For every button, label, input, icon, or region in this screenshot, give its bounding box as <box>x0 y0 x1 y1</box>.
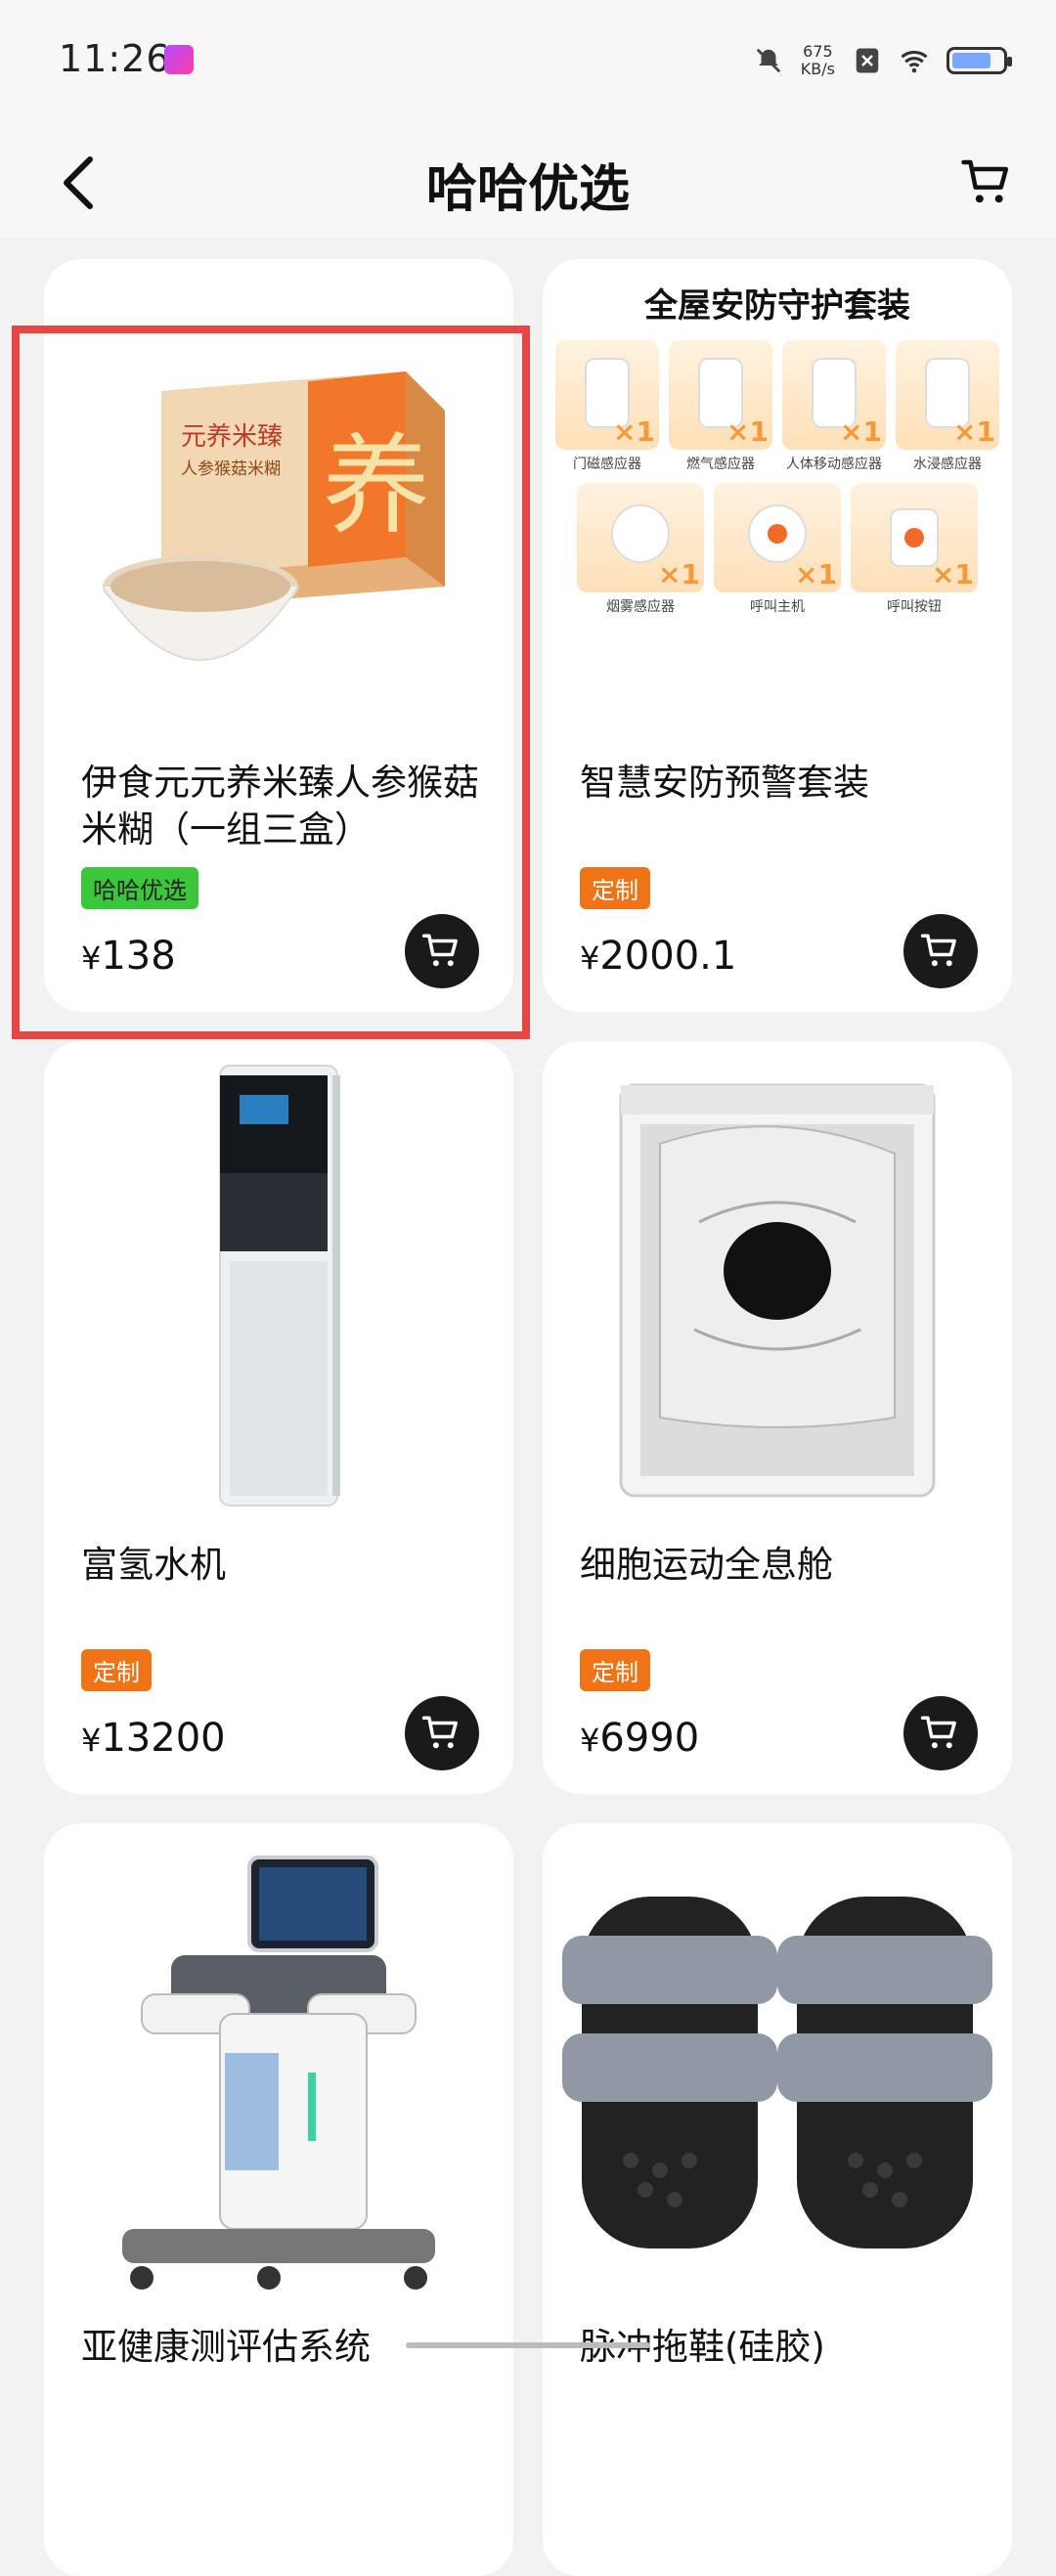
cart-button[interactable] <box>948 144 1027 222</box>
product-price: ¥2000.1 <box>580 934 737 979</box>
product-tag: 定制 <box>580 1649 650 1691</box>
add-to-cart-button[interactable] <box>405 914 479 988</box>
add-to-cart-button[interactable] <box>405 1696 479 1770</box>
product-card[interactable]: 富氢水机 定制 ¥13200 <box>44 1041 513 1794</box>
product-price: ¥13200 <box>81 1716 226 1761</box>
health-assessment-system-image <box>122 1856 435 2290</box>
product-title: 智慧安防预警套装 <box>580 762 869 804</box>
shopping-cart-icon <box>961 159 1009 203</box>
product-grid: 元养米臻 人参猴菇米糊 养 伊食元元养米臻人参猴菇米糊（一组三盒） 哈哈优选 ¥… <box>44 259 1012 2576</box>
app-notification-icon <box>164 45 194 74</box>
product-image <box>44 1041 513 1530</box>
security-kit-image: 全屋安防守护套装 ×1 门磁感应器 ×1 燃气感应器 ×1 人体移动感应器 ×1 水浸感… <box>550 259 1004 719</box>
security-kit-heading: 全屋安防守护套装 <box>644 286 910 326</box>
product-card[interactable]: 细胞运动全息舱 定制 ¥6990 <box>543 1041 1012 1794</box>
bell-off-icon <box>756 48 781 73</box>
shopping-cart-icon <box>421 1716 458 1749</box>
product-tag: 定制 <box>580 867 650 909</box>
product-card[interactable]: 全屋安防守护套装 ×1 门磁感应器 ×1 燃气感应器 ×1 人体移动感应器 ×1 水浸感… <box>543 259 1012 1012</box>
product-price: ¥6990 <box>580 1716 700 1761</box>
add-to-cart-button[interactable] <box>903 914 978 988</box>
status-time: 11:26 <box>59 37 171 80</box>
sim-x-icon <box>856 48 879 73</box>
product-title: 富氢水机 <box>81 1544 226 1586</box>
rice-paste-image: 元养米臻 人参猴菇米糊 养 <box>102 371 445 661</box>
gesture-bar <box>406 2342 650 2348</box>
product-tag: 哈哈优选 <box>81 867 198 909</box>
battery-icon <box>946 47 1012 74</box>
product-image <box>44 1833 513 2312</box>
product-title: 细胞运动全息舱 <box>580 1544 833 1586</box>
holographic-cabin-image <box>619 1083 936 1498</box>
product-image <box>543 1862 1012 2283</box>
navigation-bar: 哈哈优选 <box>0 122 1056 238</box>
product-price: ¥138 <box>81 934 176 979</box>
product-title: 伊食元元养米臻人参猴菇米糊（一组三盒） <box>81 762 479 851</box>
product-image: 元养米臻 人参猴菇米糊 养 <box>44 298 513 758</box>
page-title: 哈哈优选 <box>425 160 630 219</box>
wifi-icon <box>901 50 928 73</box>
shopping-cart-icon <box>421 934 458 967</box>
box-big-character: 养 <box>323 423 430 548</box>
box-brand-line2: 人参猴菇米糊 <box>181 459 281 479</box>
shopping-cart-icon <box>920 1716 956 1749</box>
product-card[interactable]: 脉冲拖鞋(硅胶) <box>543 1823 1012 2576</box>
status-bar: 11:26 675 KB/s <box>0 0 1056 122</box>
product-card[interactable]: 元养米臻 人参猴菇米糊 养 伊食元元养米臻人参猴菇米糊（一组三盒） 哈哈优选 ¥… <box>44 259 513 1012</box>
network-speed: 675 KB/s <box>800 42 835 78</box>
water-machine-image <box>219 1065 340 1506</box>
product-tag: 定制 <box>81 1649 152 1691</box>
status-icons: 675 KB/s <box>754 41 1012 80</box>
pulse-slippers-image <box>562 1897 992 2249</box>
add-to-cart-button[interactable] <box>903 1696 978 1770</box>
product-card[interactable]: 亚健康测评估系统 <box>44 1823 513 2576</box>
shopping-cart-icon <box>920 934 956 967</box>
box-brand-line1: 元养米臻 <box>181 422 283 452</box>
product-image <box>543 1051 1012 1530</box>
